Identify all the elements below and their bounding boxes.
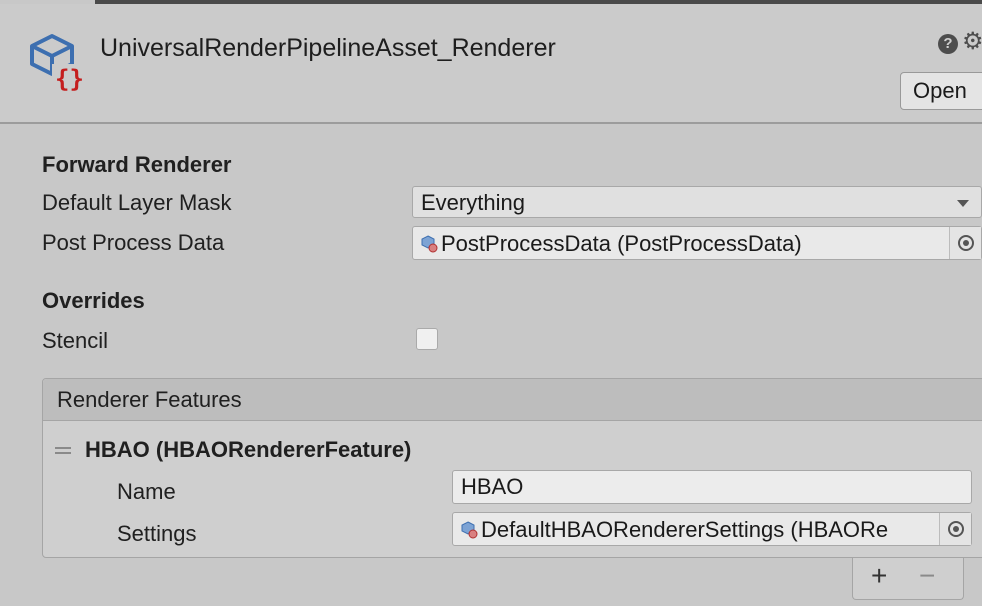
- list-footer: + −: [852, 558, 964, 600]
- default-layer-mask-label: Default Layer Mask: [42, 190, 232, 215]
- post-process-data-field[interactable]: PostProcessData (PostProcessData): [412, 226, 982, 260]
- dropdown-arrow-icon: [957, 200, 969, 207]
- settings-picker-button[interactable]: [939, 513, 971, 545]
- remove-feature-button[interactable]: −: [919, 560, 935, 592]
- forward-renderer-heading: Forward Renderer: [42, 152, 232, 177]
- stencil-checkbox[interactable]: [416, 328, 438, 350]
- default-layer-mask-value: Everything: [421, 190, 525, 215]
- feature-settings-field[interactable]: DefaultHBAORendererSettings (HBAORe: [452, 512, 972, 546]
- open-button[interactable]: Open: [900, 72, 982, 110]
- stencil-label: Stencil: [42, 328, 109, 353]
- gear-icon[interactable]: ⚙: [962, 28, 982, 56]
- post-process-data-label: Post Process Data: [42, 230, 225, 255]
- renderer-features-title: Renderer Features: [57, 387, 242, 412]
- help-icon[interactable]: ?: [938, 34, 958, 54]
- overrides-heading: Overrides: [42, 288, 145, 313]
- inspector-body: Forward Renderer Default Layer Mask Ever…: [0, 124, 982, 606]
- feature-settings-label: Settings: [117, 521, 197, 546]
- feature-name-label: Name: [117, 479, 176, 504]
- add-feature-button[interactable]: +: [871, 560, 887, 592]
- feature-title[interactable]: HBAO (HBAORendererFeature): [85, 437, 411, 463]
- settings-asset-icon: [461, 521, 478, 539]
- post-process-asset-icon: [421, 235, 438, 253]
- feature-settings-value: DefaultHBAORendererSettings (HBAORe: [481, 517, 889, 542]
- asset-title: UniversalRenderPipelineAsset_Renderer: [100, 34, 556, 62]
- post-process-data-value: PostProcessData (PostProcessData): [441, 231, 802, 256]
- default-layer-mask-dropdown[interactable]: Everything: [412, 186, 982, 218]
- renderer-features-header: Renderer Features: [43, 379, 982, 421]
- renderer-asset-icon: {}: [30, 34, 84, 93]
- feature-name-input[interactable]: [453, 471, 971, 503]
- inspector-header: {} UniversalRenderPipelineAsset_Renderer…: [0, 4, 982, 122]
- feature-name-field[interactable]: [452, 470, 972, 504]
- drag-handle-icon[interactable]: [55, 447, 71, 455]
- svg-text:{}: {}: [55, 65, 84, 93]
- object-picker-button[interactable]: [949, 227, 981, 259]
